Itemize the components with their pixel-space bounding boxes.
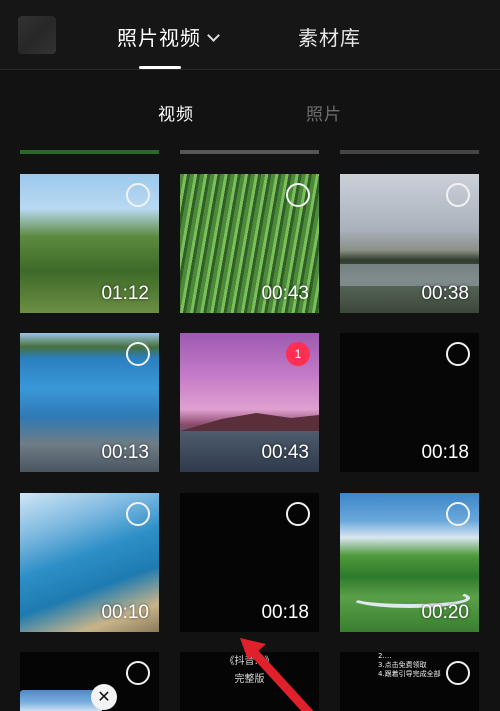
video-duration: 00:38 xyxy=(421,283,469,304)
select-circle[interactable] xyxy=(446,342,470,366)
video-tile[interactable]: 01:12 xyxy=(20,174,159,313)
video-tile[interactable]: 00:43 xyxy=(180,174,319,313)
video-duration: 00:20 xyxy=(421,602,469,623)
thumbnail-text-line: 3.点击免费领取 xyxy=(378,661,427,669)
select-circle[interactable] xyxy=(126,183,150,207)
video-tile-partial[interactable]: 《抖音…》 完整版 xyxy=(180,652,319,711)
video-duration: 01:12 xyxy=(101,283,149,304)
selected-clip-preview[interactable] xyxy=(20,690,102,711)
video-tile-partial[interactable]: 2.… 3.点击免费领取 4.跟着引导完成全部 xyxy=(340,652,479,711)
select-circle[interactable] xyxy=(126,502,150,526)
video-duration: 00:18 xyxy=(421,442,469,463)
select-circle[interactable] xyxy=(286,502,310,526)
video-tile[interactable]: 00:18 xyxy=(340,333,479,472)
select-circle[interactable] xyxy=(446,502,470,526)
select-circle[interactable] xyxy=(446,661,470,685)
video-duration: 00:10 xyxy=(101,602,149,623)
video-duration: 00:43 xyxy=(261,442,309,463)
video-tile[interactable]: 00:10 xyxy=(20,493,159,632)
video-tile[interactable]: 00:13 xyxy=(20,333,159,472)
thumbnail-scenery xyxy=(180,413,319,431)
select-circle[interactable] xyxy=(286,183,310,207)
select-circle[interactable] xyxy=(446,183,470,207)
media-grid: 01:12 00:43 00:38 00:13 1 00:43 00:18 00… xyxy=(0,0,500,711)
video-tile[interactable]: 00:20 xyxy=(340,493,479,632)
thumbnail-caption: 《抖音…》 xyxy=(224,656,275,667)
video-duration: 00:18 xyxy=(261,602,309,623)
select-circle[interactable] xyxy=(126,342,150,366)
thumbnail-text-line: 2.… xyxy=(378,652,392,660)
video-tile[interactable]: 1 00:43 xyxy=(180,333,319,472)
video-tile[interactable]: 00:38 xyxy=(340,174,479,313)
video-duration: 00:43 xyxy=(261,283,309,304)
selected-order-badge[interactable]: 1 xyxy=(286,342,310,366)
close-icon[interactable]: ✕ xyxy=(91,684,117,710)
thumbnail-text: 2.… 3.点击免费领取 4.跟着引导完成全部 xyxy=(378,652,441,679)
video-duration: 00:13 xyxy=(101,442,149,463)
thumbnail-text-line: 4.跟着引导完成全部 xyxy=(378,670,441,678)
video-tile[interactable]: 00:18 xyxy=(180,493,319,632)
thumbnail-caption: 完整版 xyxy=(234,674,265,685)
select-circle[interactable] xyxy=(126,661,150,685)
